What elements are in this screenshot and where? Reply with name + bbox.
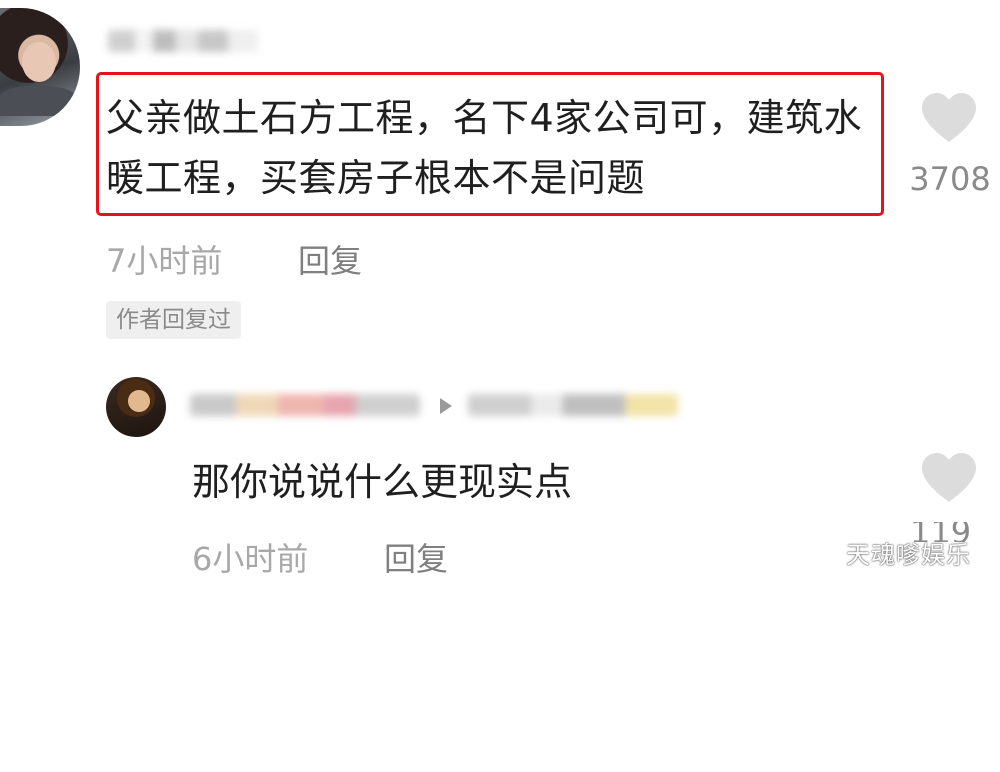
reply-text: 那你说说什么更现实点 [192,460,573,504]
commenter-avatar[interactable] [0,8,80,126]
commenter-name-blurred[interactable] [108,30,258,52]
like-count: 3708 [909,160,991,198]
reply-reply-button[interactable]: 回复 [384,534,448,580]
comment-time: 7小时前 [106,242,223,280]
author-replied-badge: 作者回复过 [106,301,241,339]
replier-name-blurred[interactable] [190,394,420,416]
reply-to-arrow-icon [440,398,452,414]
comment-text: 父亲做土石方工程，名下4家公司可，建筑水暖工程，买套房子根本不是问题 [106,96,863,200]
reply-like-heart-icon[interactable] [920,452,978,504]
replier-avatar[interactable] [106,377,166,437]
watermark: 天魂嗲娱乐 [846,541,971,569]
like-heart-icon[interactable] [920,92,978,144]
reply-button[interactable]: 回复 [298,236,362,282]
avatar-scarf [0,86,76,116]
reply-target-name-blurred[interactable] [468,394,678,416]
reply-time: 6小时前 [192,540,309,578]
avatar-face [22,42,56,82]
